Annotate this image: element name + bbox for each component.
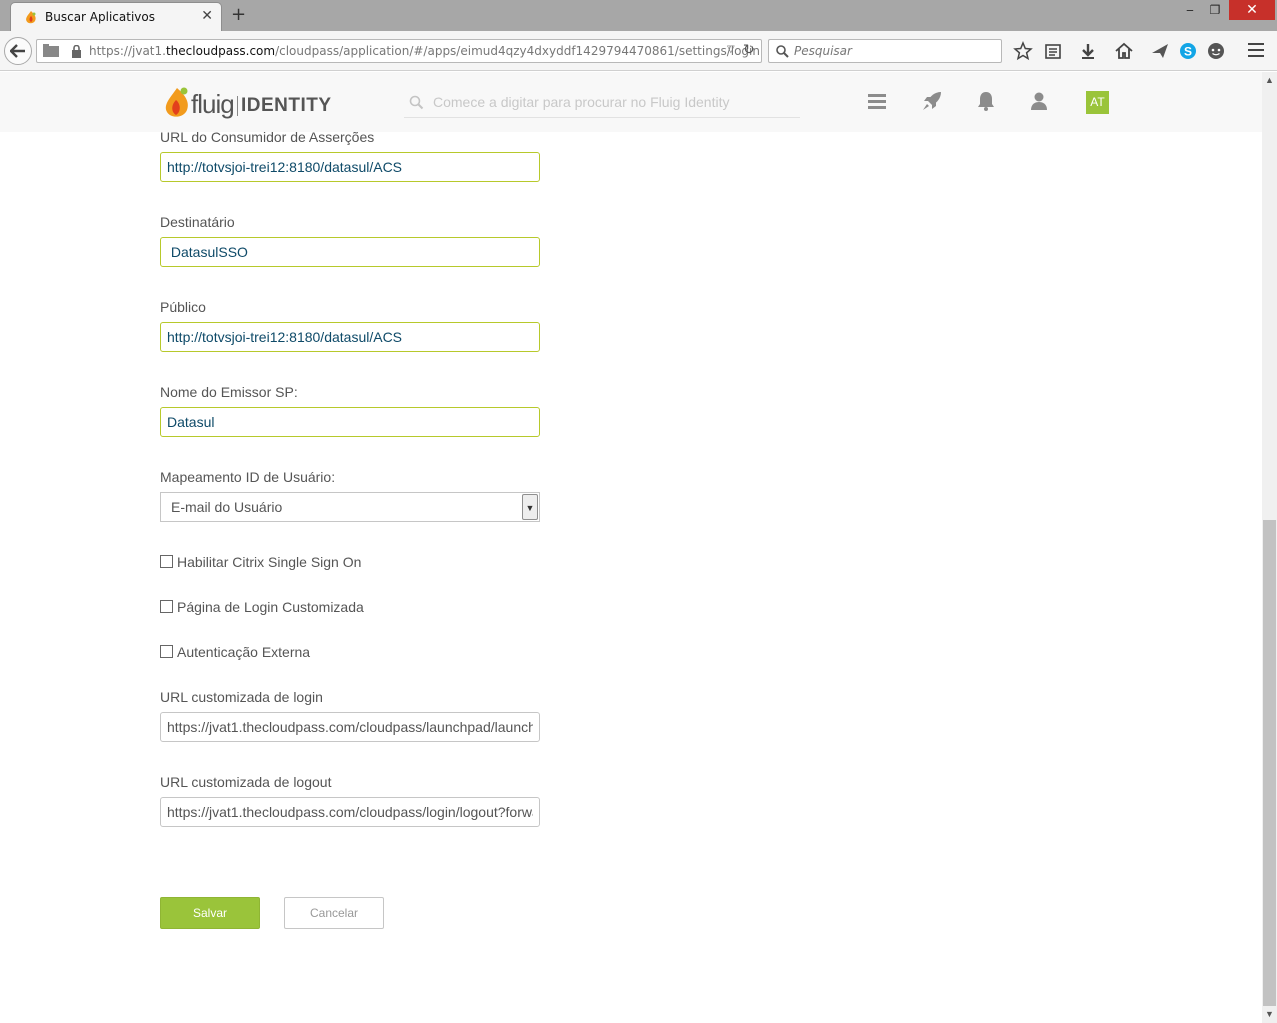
checkbox-label: Autenticação Externa: [177, 644, 311, 660]
url-dropdown-icon[interactable]: ▽: [727, 44, 735, 55]
login-url-field[interactable]: [160, 712, 540, 742]
rocket-icon[interactable]: [922, 91, 942, 111]
login-url-label: URL customizada de login: [160, 689, 323, 705]
fluig-flame-icon: [165, 87, 188, 117]
window-restore-button[interactable]: ❐: [1203, 0, 1227, 20]
svg-text:S: S: [1184, 45, 1192, 59]
avatar[interactable]: AT: [1086, 91, 1109, 114]
lock-icon: [72, 45, 81, 58]
scroll-down-icon[interactable]: ▼: [1262, 1006, 1277, 1023]
scroll-up-icon[interactable]: ▲: [1262, 72, 1277, 89]
back-button[interactable]: [4, 37, 32, 65]
checkbox-box[interactable]: [160, 600, 173, 613]
url-bar[interactable]: https://jvat1.thecloudpass.com/cloudpass…: [36, 39, 762, 63]
app-header: fluig IDENTITY Comece a digitar para pro…: [0, 72, 1262, 132]
cancel-button[interactable]: Cancelar: [284, 897, 384, 929]
browser-tab[interactable]: Buscar Aplicativos ✕: [10, 2, 222, 31]
home-icon[interactable]: [1114, 41, 1134, 61]
sp-issuer-label: Nome do Emissor SP:: [160, 384, 298, 400]
bell-icon[interactable]: [977, 91, 995, 111]
browser-titlebar: Buscar Aplicativos ✕ + ‒ ❐ ✕: [0, 0, 1277, 31]
checkbox-box[interactable]: [160, 645, 173, 658]
audience-field[interactable]: [160, 322, 540, 352]
logo-text: fluig: [191, 89, 235, 119]
chat-icon[interactable]: [1206, 41, 1226, 61]
scrollbar-thumb[interactable]: [1263, 520, 1276, 1006]
skype-icon[interactable]: S: [1178, 41, 1198, 61]
checkbox-label: Habilitar Citrix Single Sign On: [177, 554, 362, 570]
sp-issuer-field[interactable]: [160, 407, 540, 437]
page-info-icon[interactable]: [42, 43, 60, 59]
logout-url-label: URL customizada de logout: [160, 774, 332, 790]
acs-url-field[interactable]: [160, 152, 540, 182]
chevron-down-icon[interactable]: ▼: [522, 494, 538, 520]
search-icon: [409, 95, 424, 110]
page-scrollbar[interactable]: ▲ ▼: [1262, 72, 1277, 1023]
user-id-mapping-value: E-mail do Usuário: [171, 499, 283, 515]
browser-search-bar[interactable]: Pesquisar: [768, 39, 1002, 63]
logo-separator: [237, 96, 238, 116]
window-minimize-button[interactable]: ‒: [1178, 0, 1202, 20]
audience-label: Público: [160, 299, 206, 315]
download-icon[interactable]: [1078, 41, 1098, 61]
acs-url-label: URL do Consumidor de Asserções: [160, 129, 375, 145]
tab-close-icon[interactable]: ✕: [201, 8, 213, 24]
logo-product: IDENTITY: [241, 95, 332, 116]
search-icon: [776, 45, 789, 58]
user-id-mapping-select[interactable]: E-mail do Usuário ▼: [160, 492, 540, 522]
browser-navbar: https://jvat1.thecloudpass.com/cloudpass…: [0, 31, 1277, 71]
tab-title: Buscar Aplicativos: [45, 10, 155, 24]
save-button[interactable]: Salvar: [160, 897, 260, 929]
browser-search-placeholder: Pesquisar: [794, 44, 852, 58]
user-icon[interactable]: [1030, 92, 1048, 110]
url-text[interactable]: https://jvat1.thecloudpass.com/cloudpass…: [89, 44, 760, 58]
back-arrow-icon: [10, 44, 25, 58]
recipient-label: Destinatário: [160, 214, 235, 230]
browser-menu-icon[interactable]: [1248, 43, 1264, 57]
new-tab-button[interactable]: +: [231, 4, 246, 25]
logout-url-field[interactable]: [160, 797, 540, 827]
app-search-input[interactable]: Comece a digitar para procurar no Fluig …: [404, 90, 800, 118]
window-close-button[interactable]: ✕: [1229, 0, 1275, 20]
bookmark-star-icon[interactable]: [1013, 41, 1033, 61]
send-icon[interactable]: [1150, 41, 1170, 61]
fluig-favicon-icon: [26, 11, 36, 24]
user-id-mapping-label: Mapeamento ID de Usuário:: [160, 469, 336, 485]
reading-list-icon[interactable]: [1043, 41, 1063, 61]
recipient-field[interactable]: [160, 237, 540, 267]
checkbox-label: Página de Login Customizada: [177, 599, 364, 615]
menu-icon[interactable]: [868, 93, 886, 109]
checkbox-box[interactable]: [160, 555, 173, 568]
app-search-placeholder: Comece a digitar para procurar no Fluig …: [433, 94, 730, 110]
reload-icon[interactable]: ↻: [743, 42, 755, 58]
